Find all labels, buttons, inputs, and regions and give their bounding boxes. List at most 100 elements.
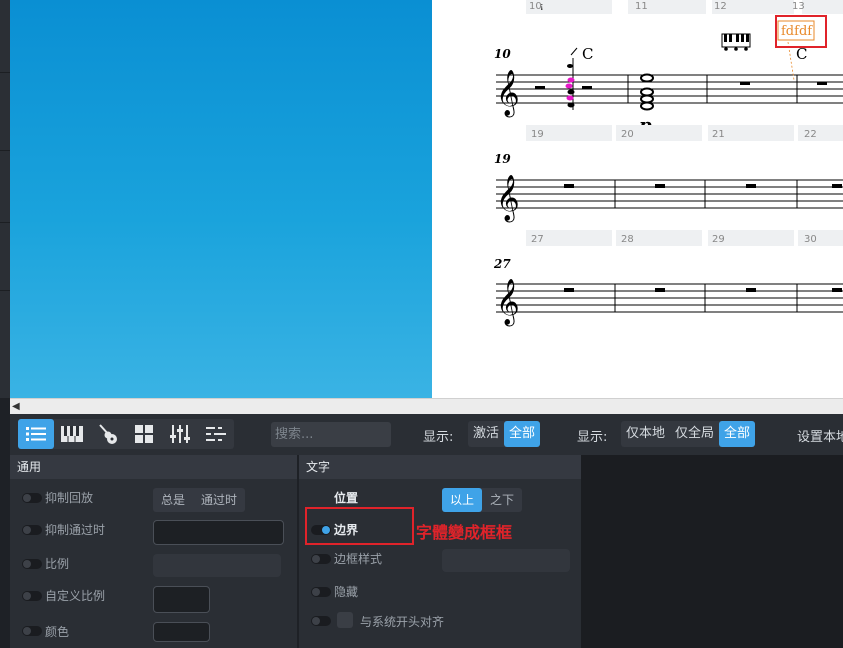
hide-toggle[interactable] bbox=[311, 587, 331, 597]
measure-number: 22 bbox=[804, 129, 817, 140]
measure-number: 20 bbox=[621, 129, 634, 140]
mixer-button[interactable] bbox=[162, 419, 198, 449]
custom-ratio-field[interactable] bbox=[153, 586, 210, 613]
text-panel: 文字 位置 以上 之下 边界 边框样式 隐藏 与系统开头对齐 bbox=[299, 455, 581, 648]
score-page[interactable]: 10 ꜟ 11 12 13 10 𝄞 C fdfdf C 19 20 21 22… bbox=[432, 0, 843, 398]
treble-clef: 𝄞 bbox=[496, 175, 520, 223]
score-canvas-background[interactable] bbox=[10, 0, 432, 398]
suppress-when-passing-toggle[interactable] bbox=[22, 525, 42, 535]
align-system-checkbox[interactable] bbox=[337, 612, 353, 628]
general-panel-title[interactable]: 通用 bbox=[10, 455, 297, 479]
clef-fragment: ꜟ bbox=[540, 0, 544, 14]
guitar-button[interactable] bbox=[90, 419, 126, 449]
suppress-playback-toggle[interactable] bbox=[22, 493, 42, 503]
scope-all-option[interactable]: 全部 bbox=[719, 421, 756, 447]
global-only-option[interactable]: 仅全局 bbox=[670, 421, 719, 447]
custom-ratio-toggle[interactable] bbox=[22, 591, 42, 601]
divider bbox=[0, 72, 10, 73]
color-label: 颜色 bbox=[45, 625, 70, 639]
whole-note[interactable] bbox=[640, 94, 654, 104]
rest bbox=[832, 288, 842, 292]
suppress-when-passing-field[interactable] bbox=[153, 520, 284, 545]
treble-clef: 𝄞 bbox=[496, 279, 520, 327]
show-scope-label: 显示: bbox=[577, 430, 608, 445]
treble-clef: 𝄞 bbox=[496, 70, 520, 118]
note-head[interactable] bbox=[567, 102, 575, 108]
border-style-toggle[interactable] bbox=[311, 554, 331, 564]
search-input[interactable] bbox=[271, 422, 391, 447]
arpeggio-mark bbox=[570, 47, 578, 56]
properties-toolbar: 显示: 激活 全部 显示: 仅本地 仅全局 全部 设置本地 bbox=[10, 414, 843, 455]
suppress-mode-segment: 总是 通过时 bbox=[153, 488, 246, 512]
measure-number: 21 bbox=[712, 129, 725, 140]
annotation-highlight-box bbox=[305, 507, 414, 545]
divider bbox=[0, 290, 10, 291]
below-option[interactable]: 之下 bbox=[482, 488, 522, 512]
rest bbox=[746, 288, 756, 292]
note-head-selected[interactable] bbox=[567, 77, 575, 83]
rest bbox=[832, 184, 842, 188]
ratio-toggle[interactable] bbox=[22, 559, 42, 569]
guitar-icon bbox=[99, 424, 117, 444]
show-active-option[interactable]: 激活 bbox=[468, 421, 504, 447]
timeline-icon bbox=[206, 427, 226, 441]
measure-number: 29 bbox=[712, 234, 725, 245]
rest bbox=[535, 86, 545, 89]
rest bbox=[740, 82, 750, 85]
show-label: 显示: bbox=[423, 430, 454, 445]
empty-panel-area bbox=[581, 455, 843, 648]
whole-note[interactable] bbox=[640, 101, 654, 111]
timeline-button[interactable] bbox=[198, 419, 234, 449]
color-field[interactable] bbox=[153, 622, 210, 642]
when-passing-option[interactable]: 通过时 bbox=[193, 488, 245, 512]
piano-button[interactable] bbox=[54, 419, 90, 449]
score-svg: 10 ꜟ 11 12 13 10 𝄞 C fdfdf C 19 20 21 22… bbox=[493, 0, 843, 327]
grid-icon bbox=[135, 425, 153, 443]
scroll-left-icon[interactable]: ◀ bbox=[12, 399, 20, 414]
show-filter-segment: 激活 全部 bbox=[468, 421, 541, 447]
keyboard-diagram-icon[interactable] bbox=[721, 33, 751, 51]
rest bbox=[582, 86, 592, 89]
measure-number: 19 bbox=[531, 129, 544, 140]
whole-note[interactable] bbox=[640, 87, 654, 97]
align-system-toggle[interactable] bbox=[311, 616, 331, 626]
mixer-icon bbox=[170, 425, 190, 443]
chord-symbol[interactable]: C bbox=[582, 45, 593, 63]
color-toggle[interactable] bbox=[22, 626, 42, 636]
annotation-note: 字體變成框框 bbox=[416, 523, 513, 542]
staff-lines bbox=[496, 283, 843, 313]
scope-filter-segment: 仅本地 仅全局 全部 bbox=[621, 421, 756, 447]
left-strip bbox=[0, 0, 10, 398]
general-panel: 通用 抑制回放 总是 通过时 抑制通过时 比例 自定义比例 颜色 bbox=[10, 455, 297, 648]
grid-button[interactable] bbox=[126, 419, 162, 449]
always-option[interactable]: 总是 bbox=[153, 488, 193, 512]
divider bbox=[0, 150, 10, 151]
note-head[interactable] bbox=[567, 64, 573, 68]
list-icon bbox=[26, 427, 46, 441]
show-all-option[interactable]: 全部 bbox=[504, 421, 541, 447]
border-style-field[interactable] bbox=[442, 549, 570, 572]
note-head[interactable] bbox=[567, 89, 575, 95]
view-mode-group bbox=[18, 419, 234, 449]
list-view-button[interactable] bbox=[18, 419, 54, 449]
position-segment: 以上 之下 bbox=[442, 488, 523, 512]
above-option[interactable]: 以上 bbox=[442, 488, 483, 512]
rest bbox=[655, 184, 665, 188]
position-label: 位置 bbox=[334, 491, 359, 505]
rest bbox=[817, 82, 827, 85]
note-head-selected[interactable] bbox=[565, 83, 573, 89]
system-number: 19 bbox=[494, 152, 511, 166]
rest bbox=[564, 288, 574, 292]
set-local-button[interactable]: 设置本地 bbox=[797, 426, 843, 445]
ratio-field[interactable] bbox=[153, 554, 281, 577]
local-only-option[interactable]: 仅本地 bbox=[621, 421, 670, 447]
whole-note[interactable] bbox=[640, 73, 654, 83]
measure-number: 30 bbox=[804, 234, 817, 245]
align-system-label: 与系统开头对齐 bbox=[360, 615, 445, 629]
note-head-selected[interactable] bbox=[566, 95, 574, 101]
hide-label: 隐藏 bbox=[334, 585, 359, 599]
ratio-label: 比例 bbox=[45, 557, 70, 571]
staff-lines bbox=[496, 74, 843, 104]
text-panel-title[interactable]: 文字 bbox=[299, 455, 581, 479]
horizontal-scrollbar[interactable]: ◀ bbox=[10, 398, 843, 414]
